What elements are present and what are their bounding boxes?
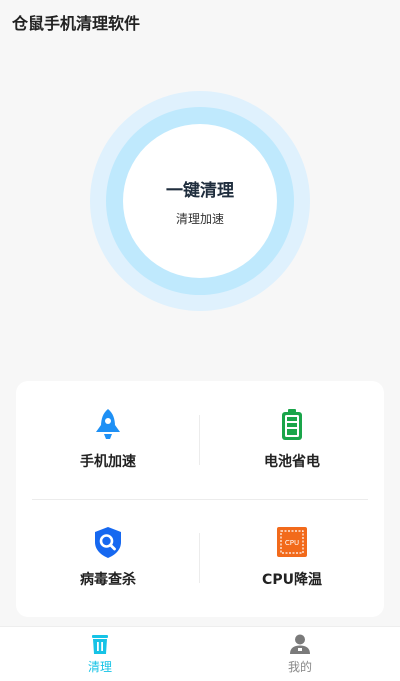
one-click-clean-button[interactable]: 一键清理 清理加速: [123, 124, 277, 278]
rocket-icon: [96, 409, 120, 439]
battery-icon: [282, 409, 302, 440]
bottom-nav: 清理 我的: [0, 626, 400, 681]
clean-orb-subtitle: 清理加速: [175, 211, 224, 226]
trash-icon: [92, 635, 108, 654]
nav-tab-clean-label: 清理: [87, 660, 112, 674]
app-root: 仓鼠手机清理软件 一键清理 清理加速 手机加速 电池省电 病毒查杀 CPU CP…: [0, 0, 400, 681]
nav-tab-mine[interactable]: 我的: [200, 627, 400, 681]
shield-search-icon: [95, 527, 121, 558]
cpu-cooling-button[interactable]: CPU CPU降温: [200, 499, 384, 617]
phone-boost-button[interactable]: 手机加速: [16, 381, 200, 499]
virus-scan-label: 病毒查杀: [80, 572, 136, 588]
phone-boost-label: 手机加速: [80, 454, 136, 470]
feature-card: 手机加速 电池省电 病毒查杀 CPU CPU降温: [16, 381, 384, 617]
cpu-cooling-label: CPU降温: [262, 572, 322, 588]
cpu-icon-text: CPU: [285, 539, 299, 547]
user-icon: [290, 634, 310, 654]
page-title: 仓鼠手机清理软件: [12, 14, 141, 33]
clean-orb-title: 一键清理: [166, 180, 234, 201]
nav-tab-clean[interactable]: 清理: [0, 627, 200, 681]
nav-tab-mine-label: 我的: [287, 660, 312, 674]
battery-saver-button[interactable]: 电池省电: [200, 381, 384, 499]
virus-scan-button[interactable]: 病毒查杀: [16, 499, 200, 617]
battery-saver-label: 电池省电: [264, 454, 320, 470]
cpu-chip-icon: CPU: [277, 527, 307, 557]
